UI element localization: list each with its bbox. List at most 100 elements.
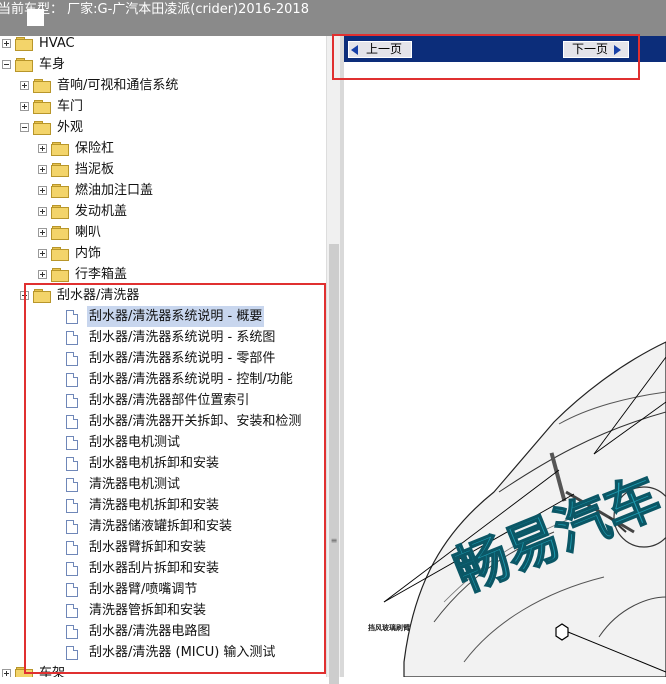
- tree-doc-item[interactable]: 刮水器臂/喷嘴调节: [66, 579, 199, 600]
- tree-doc-item[interactable]: 清洗器电机拆卸和安装: [66, 495, 221, 516]
- expand-icon[interactable]: [2, 669, 11, 677]
- tree-doc-item[interactable]: 刮水器/清洗器 (MICU) 输入测试: [66, 642, 277, 663]
- tree-doc-item[interactable]: 刮水器/清洗器电路图: [66, 621, 212, 642]
- folder-icon: [51, 184, 69, 198]
- tree-doc-item[interactable]: 刮水器臂拆卸和安装: [66, 537, 208, 558]
- document-icon: [66, 456, 78, 471]
- tree-item-label: 车架: [39, 666, 66, 677]
- tree-item-label: 发动机盖: [75, 204, 128, 219]
- title-bar: 当前车型： 厂家:G-广汽本田凌派(crider)2016-2018: [0, 0, 666, 36]
- tree-item-label: 刮水器电机测试: [89, 435, 181, 450]
- next-page-button[interactable]: 下一页: [563, 41, 629, 58]
- tree-doc-item[interactable]: 刮水器/清洗器系统说明 - 零部件: [66, 348, 277, 369]
- tree-folder-item[interactable]: 刮水器/清洗器: [20, 285, 141, 306]
- tree-doc-item[interactable]: 刮水器电机测试: [66, 432, 182, 453]
- tree-item-label: 保险杠: [75, 141, 115, 156]
- document-icon: [66, 372, 78, 387]
- expand-icon[interactable]: [38, 165, 47, 174]
- tree-doc-item[interactable]: 清洗器管拆卸和安装: [66, 600, 208, 621]
- tree-item-label: 音响/可视和通信系统: [57, 78, 179, 93]
- tree-item-label: 刮水器/清洗器系统说明 - 概要: [87, 306, 265, 327]
- tree-scrollbar[interactable]: ≡: [326, 36, 341, 684]
- tree-folder-item[interactable]: 车门: [20, 96, 85, 117]
- tree-folder-item[interactable]: 音响/可视和通信系统: [20, 75, 180, 96]
- tree-doc-item[interactable]: 刮水器/清洗器开关拆卸、安装和检测: [66, 411, 303, 432]
- tree-doc-item[interactable]: 清洗器电机测试: [66, 474, 182, 495]
- tree-item-label: 刮水器/清洗器: [57, 288, 140, 303]
- tree-item-label: 刮水器/清洗器部件位置索引: [89, 393, 250, 408]
- page-nav-bar: 上一页 下一页: [344, 36, 666, 62]
- tree-item-label: 刮水器/清洗器系统说明 - 控制/功能: [89, 372, 293, 387]
- tree-folder-item[interactable]: 外观: [20, 117, 85, 138]
- expand-icon[interactable]: [2, 39, 11, 48]
- folder-icon: [33, 289, 51, 303]
- tree-folder-item[interactable]: 喇叭: [38, 222, 103, 243]
- folder-icon: [15, 667, 33, 677]
- document-icon: [66, 435, 78, 450]
- document-pane: 上一页 下一页 畅易汽车 挡风玻璃刷臂: [344, 36, 666, 677]
- document-icon: [66, 393, 78, 408]
- tree-item-label: 刮水器/清洗器电路图: [89, 624, 211, 639]
- document-icon: [66, 498, 78, 513]
- collapse-icon[interactable]: [20, 291, 29, 300]
- tree-folder-item[interactable]: 发动机盖: [38, 201, 129, 222]
- document-icon: [66, 561, 78, 576]
- tree-item-label: 喇叭: [75, 225, 102, 240]
- tree-doc-item[interactable]: 刮水器/清洗器系统说明 - 控制/功能: [66, 369, 295, 390]
- tree-item-label: 行李箱盖: [75, 267, 128, 282]
- current-model-title: 当前车型： 厂家:G-广汽本田凌派(crider)2016-2018: [0, 2, 309, 17]
- tree-item-label: 车门: [57, 99, 84, 114]
- folder-icon: [33, 121, 51, 135]
- expand-icon[interactable]: [20, 102, 29, 111]
- diagram-callout-label: 挡风玻璃刷臂: [368, 624, 410, 632]
- tree-folder-item[interactable]: 挡泥板: [38, 159, 116, 180]
- tree-doc-item[interactable]: 刮水器刮片拆卸和安装: [66, 558, 221, 579]
- tree-folder-item[interactable]: 行李箱盖: [38, 264, 129, 285]
- tree-doc-item[interactable]: 刮水器/清洗器部件位置索引: [66, 390, 251, 411]
- document-icon: [66, 582, 78, 597]
- expand-icon[interactable]: [38, 207, 47, 216]
- expand-icon[interactable]: [38, 144, 47, 153]
- folder-icon: [15, 37, 33, 51]
- arrow-left-icon: [351, 44, 358, 55]
- tree-folder-item[interactable]: 车身: [2, 54, 67, 75]
- document-icon: [66, 603, 78, 618]
- collapse-icon[interactable]: [2, 60, 11, 69]
- folder-icon: [51, 142, 69, 156]
- scrollbar-thumb[interactable]: [329, 244, 339, 684]
- tree-folder-item[interactable]: 燃油加注口盖: [38, 180, 155, 201]
- expand-icon[interactable]: [20, 81, 29, 90]
- expand-icon[interactable]: [38, 249, 47, 258]
- prev-page-label: 上一页: [366, 42, 403, 56]
- tree-item-label: 外观: [57, 120, 84, 135]
- expand-icon[interactable]: [38, 186, 47, 195]
- document-icon: [66, 540, 78, 555]
- tree-item-label: 刮水器/清洗器系统说明 - 系统图: [89, 330, 276, 345]
- car-illustration: 畅易汽车: [383, 341, 666, 677]
- tree-item-label: 刮水器/清洗器开关拆卸、安装和检测: [89, 414, 302, 429]
- tree-doc-item[interactable]: 刮水器/清洗器系统说明 - 系统图: [66, 327, 277, 348]
- navigation-tree[interactable]: HVAC 车身音响/可视和通信系统 车门外观保险杠挡泥板 燃油加注口盖发动机盖喇叭内饰…: [0, 36, 326, 677]
- document-icon: [66, 477, 78, 492]
- window-icon: [27, 9, 44, 26]
- tree-item-label: 刮水器/清洗器 (MICU) 输入测试: [89, 645, 276, 660]
- expand-icon[interactable]: [38, 270, 47, 279]
- document-icon: [66, 624, 78, 639]
- tree-folder-item[interactable]: 内饰: [38, 243, 103, 264]
- tree-folder-item[interactable]: 车架: [2, 663, 67, 677]
- tree-doc-item[interactable]: 刮水器电机拆卸和安装: [66, 453, 221, 474]
- tree-item-label: 内饰: [75, 246, 102, 261]
- tree-folder-item[interactable]: 保险杠: [38, 138, 116, 159]
- tree-item-label: HVAC: [39, 36, 75, 51]
- collapse-icon[interactable]: [20, 123, 29, 132]
- document-icon: [66, 645, 78, 660]
- folder-icon: [51, 163, 69, 177]
- tree-item-label: 刮水器电机拆卸和安装: [89, 456, 220, 471]
- tree-item-label: 刮水器刮片拆卸和安装: [89, 561, 220, 576]
- tree-doc-item[interactable]: 刮水器/清洗器系统说明 - 概要: [66, 306, 265, 327]
- prev-page-button[interactable]: 上一页: [348, 41, 412, 58]
- expand-icon[interactable]: [38, 228, 47, 237]
- tree-doc-item[interactable]: 清洗器储液罐拆卸和安装: [66, 516, 234, 537]
- tree-folder-item[interactable]: HVAC: [2, 36, 77, 54]
- folder-icon: [51, 268, 69, 282]
